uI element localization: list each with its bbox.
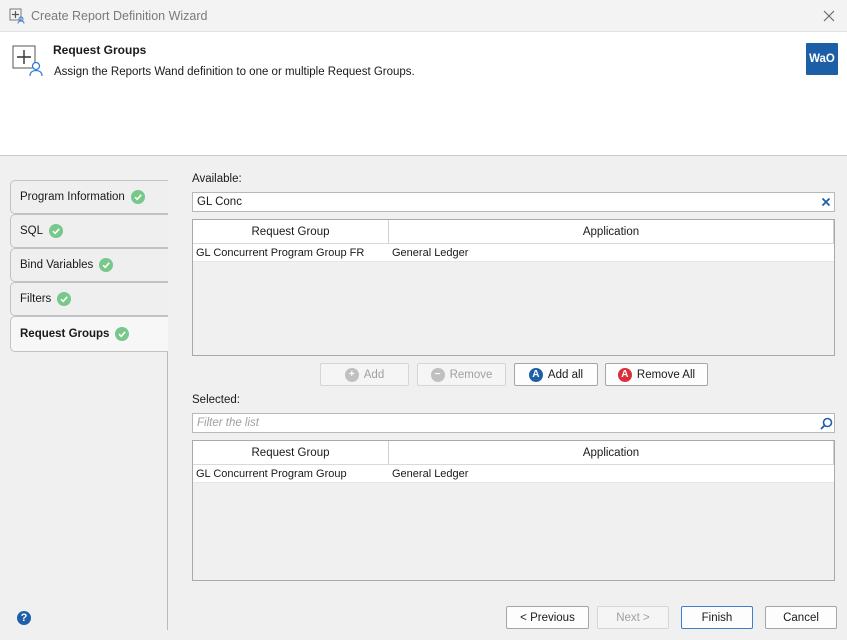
close-icon[interactable] xyxy=(818,5,840,27)
nav-item-label: Program Information xyxy=(20,191,125,203)
plus-icon: + xyxy=(344,367,359,382)
nav-item-label: SQL xyxy=(20,225,44,237)
nav-item-bind-variables[interactable]: Bind Variables xyxy=(10,248,168,282)
wao-logo: WaO xyxy=(806,43,838,75)
nav-item-label: Bind Variables xyxy=(20,259,94,271)
help-icon[interactable]: ? xyxy=(17,611,31,625)
selected-grid[interactable]: Request Group Application GL Concurrent … xyxy=(192,440,835,581)
wizard-step-icon xyxy=(11,43,45,77)
nav-item-sql[interactable]: SQL xyxy=(10,214,168,248)
wizard-header: Request Groups Assign the Reports Wand d… xyxy=(0,32,847,156)
grid-header: Request Group Application xyxy=(193,441,834,465)
cell-request-group: GL Concurrent Program Group FR xyxy=(196,246,365,259)
check-icon xyxy=(130,190,145,204)
cancel-button[interactable]: Cancel xyxy=(765,606,837,629)
check-icon xyxy=(57,292,72,306)
column-header-request-group[interactable]: Request Group xyxy=(193,441,389,464)
available-search-input[interactable]: GL Conc xyxy=(192,192,835,212)
previous-button[interactable]: < Previous xyxy=(506,606,589,629)
add-button-label: Add xyxy=(363,368,385,381)
remove-all-button-label: Remove All xyxy=(636,368,696,381)
nav-item-program-information[interactable]: Program Information xyxy=(10,180,168,214)
nav-item-request-groups[interactable]: Request Groups xyxy=(10,316,168,352)
available-search-value: GL Conc xyxy=(197,196,242,208)
window-title: Create Report Definition Wizard xyxy=(31,9,208,23)
next-button[interactable]: Next > xyxy=(597,606,669,629)
check-icon xyxy=(49,224,64,238)
nav-item-label: Filters xyxy=(20,293,52,305)
remove-all-icon: A xyxy=(617,367,632,382)
add-all-button[interactable]: A Add all xyxy=(514,363,598,386)
selected-label: Selected: xyxy=(192,394,240,406)
add-button[interactable]: + Add xyxy=(320,363,409,386)
cell-application: General Ledger xyxy=(392,467,469,480)
filter-placeholder: Filter the list xyxy=(197,417,259,429)
check-icon xyxy=(99,258,114,272)
remove-button-label: Remove xyxy=(449,368,493,381)
nav-item-filters[interactable]: Filters xyxy=(10,282,168,316)
minus-icon: − xyxy=(430,367,445,382)
selected-filter-input[interactable]: Filter the list xyxy=(192,413,835,433)
add-all-icon: A xyxy=(528,367,543,382)
column-header-application[interactable]: Application xyxy=(389,220,834,243)
page-title: Request Groups xyxy=(53,43,147,57)
search-icon[interactable] xyxy=(817,414,835,432)
column-header-application[interactable]: Application xyxy=(389,441,834,464)
available-grid[interactable]: Request Group Application GL Concurrent … xyxy=(192,219,835,356)
add-all-button-label: Add all xyxy=(547,368,584,381)
remove-all-button[interactable]: A Remove All xyxy=(605,363,708,386)
remove-button[interactable]: − Remove xyxy=(417,363,506,386)
cell-application: General Ledger xyxy=(392,246,469,259)
title-bar: Create Report Definition Wizard xyxy=(0,0,847,32)
wizard-steps-nav: Program Information SQL Bind Variables F… xyxy=(10,180,168,630)
nav-item-label: Request Groups xyxy=(20,328,110,340)
cell-request-group: GL Concurrent Program Group xyxy=(196,467,347,480)
wizard-icon xyxy=(9,8,25,24)
check-icon xyxy=(115,327,130,341)
page-subtitle: Assign the Reports Wand definition to on… xyxy=(54,66,415,78)
table-row[interactable]: GL Concurrent Program Group General Ledg… xyxy=(193,465,834,483)
clear-x-icon[interactable] xyxy=(817,193,835,211)
column-header-request-group[interactable]: Request Group xyxy=(193,220,389,243)
grid-header: Request Group Application xyxy=(193,220,834,244)
table-row[interactable]: GL Concurrent Program Group FR General L… xyxy=(193,244,834,262)
available-label: Available: xyxy=(192,173,242,185)
finish-button[interactable]: Finish xyxy=(681,606,753,629)
